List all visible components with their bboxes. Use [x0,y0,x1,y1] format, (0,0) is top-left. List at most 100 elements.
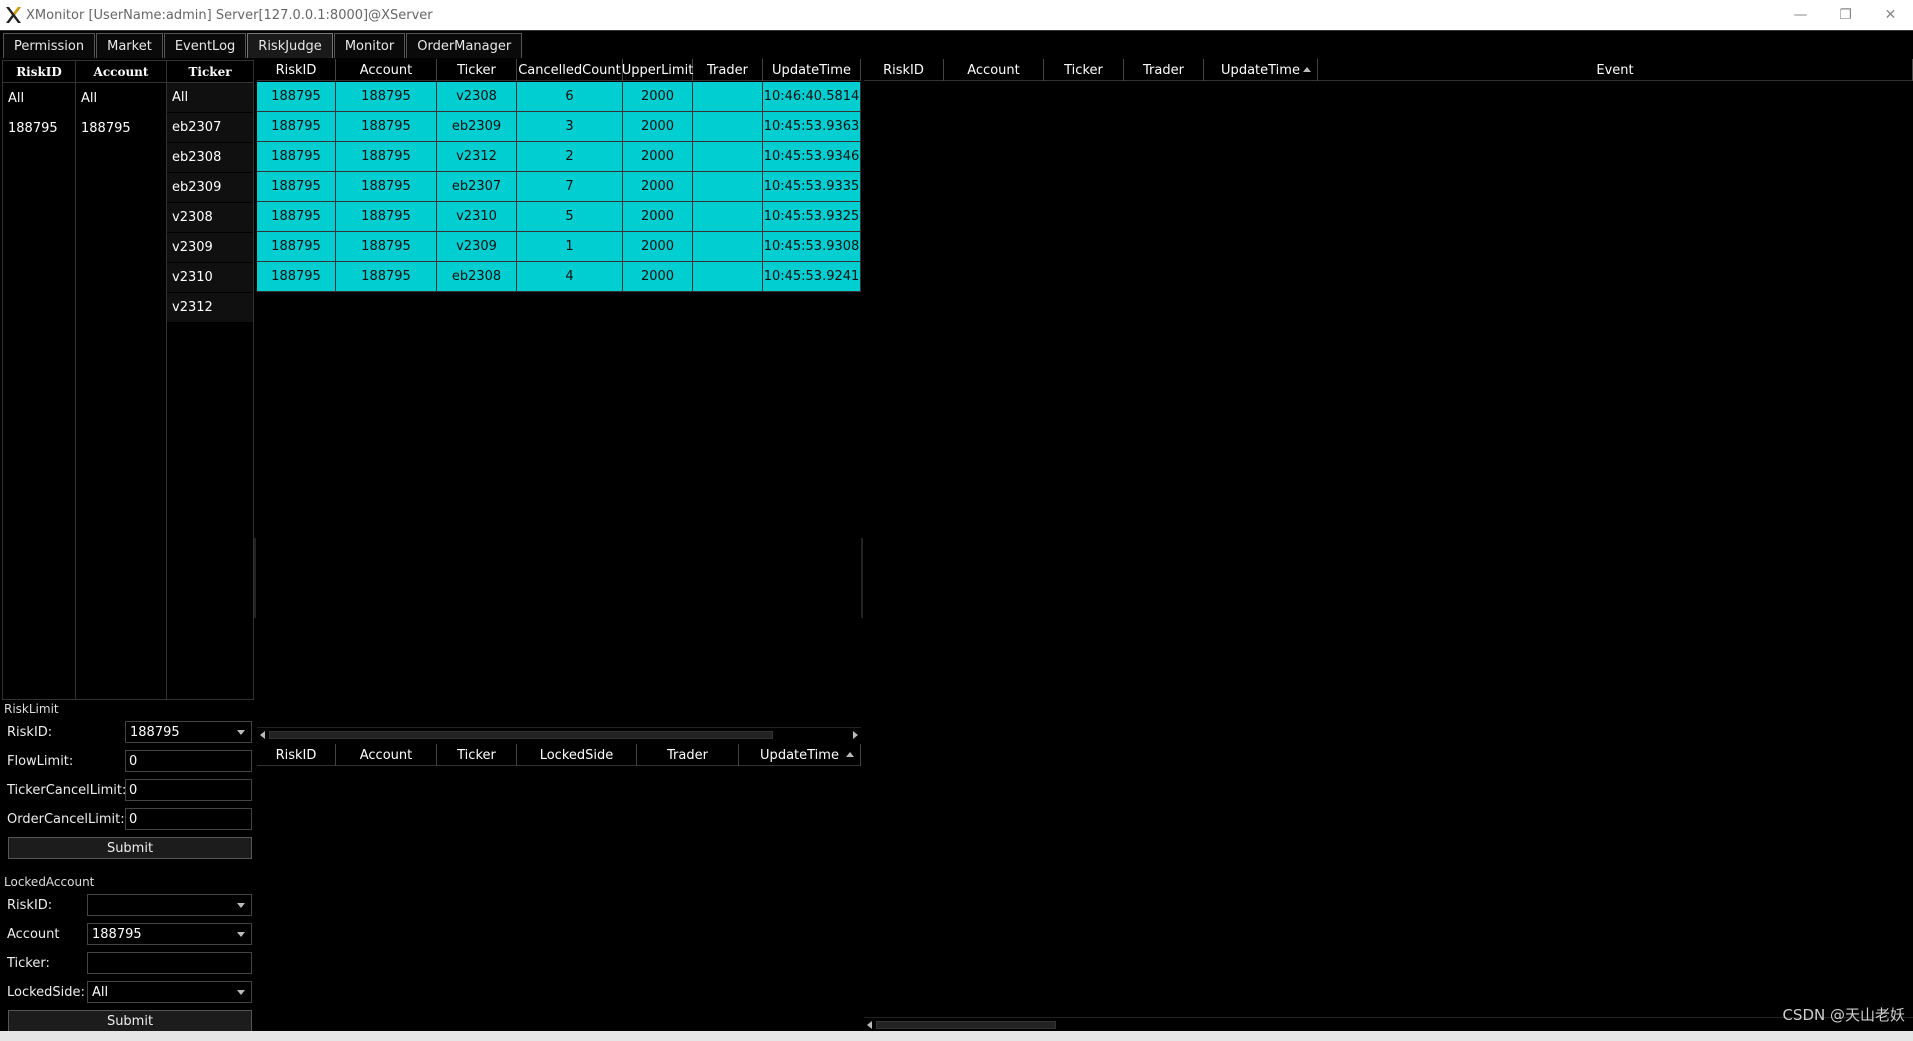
event-header-riskid[interactable]: RiskID [864,59,944,81]
cancel-header-upperlimit[interactable]: UpperLimit [622,59,693,81]
event-table-hscrollbar[interactable] [864,1017,1913,1031]
table-row[interactable]: 188795 188795 v2309 1 2000 10:45:53.9308 [257,232,861,262]
table-cell-updatetime: 10:45:53.9308 [763,232,861,261]
tab-riskjudge[interactable]: RiskJudge [247,33,333,58]
table-cell-account: 188795 [336,262,437,291]
table-cell-updatetime: 10:45:53.9241 [763,262,861,291]
table-cell-riskid: 188795 [257,262,336,291]
cancel-header-riskid[interactable]: RiskID [257,59,336,81]
risklimit-riskid-select[interactable]: 188795 [125,721,252,743]
table-row[interactable]: 188795 188795 v2308 6 2000 10:46:40.5814 [257,82,861,112]
locked-header-lockedside[interactable]: LockedSide [517,744,637,766]
filter-item-ticker[interactable]: v2309 [167,233,253,263]
filter-item-ticker[interactable]: All [167,83,253,113]
locked-submit-button[interactable]: Submit [8,1010,252,1032]
tab-permission[interactable]: Permission [3,33,96,58]
locked-header-riskid[interactable]: RiskID [257,744,336,766]
table-cell-riskid: 188795 [257,112,336,141]
filter-item-ticker[interactable]: eb2308 [167,143,253,173]
filter-item-account[interactable]: All [76,83,166,113]
table-cell-updatetime: 10:45:53.9346 [763,142,861,171]
flow-limit-label: FlowLimit: [7,753,74,769]
table-cell-account: 188795 [336,202,437,231]
csdn-watermark: CSDN @天山老妖 [1782,1006,1905,1024]
table-cell-updatetime: 10:45:53.9335 [763,172,861,201]
scrollbar-thumb[interactable] [269,731,773,739]
event-header-ticker[interactable]: Ticker [1044,59,1124,81]
cancel-table-header: RiskID Account Ticker CancelledCount UpperLi… [257,59,861,81]
cancel-header-ticker[interactable]: Ticker [437,59,517,81]
filter-item-ticker[interactable]: eb2307 [167,113,253,143]
filter-header-ticker[interactable]: Ticker [167,61,253,83]
center-panel: RiskID Account Ticker CancelledCount UpperLi… [257,58,861,1031]
event-table-header: RiskID Account Ticker Trader UpdateTime Event [864,59,1913,81]
table-cell-account: 188795 [336,172,437,201]
tab-ordermanager[interactable]: OrderManager [406,33,523,58]
tab-eventlog[interactable]: EventLog [163,33,247,58]
scroll-right-icon[interactable] [853,731,858,739]
main-area: RiskID All 188795 Account All 188795 Ticke… [0,58,1913,1032]
filter-column-account: Account All 188795 [76,61,167,699]
filter-item-account[interactable]: 188795 [76,113,166,143]
locked-side-select[interactable]: All [87,981,252,1003]
table-cell-account: 188795 [336,142,437,171]
filter-item-riskid[interactable]: All [3,83,75,113]
filter-item-ticker[interactable]: v2312 [167,293,253,323]
filter-header-account[interactable]: Account [76,61,166,83]
close-button[interactable]: ✕ [1868,0,1913,30]
table-cell-account: 188795 [336,112,437,141]
table-row[interactable]: 188795 188795 eb2308 4 2000 10:45:53.9241 [257,262,861,292]
table-cell-ticker: v2312 [437,142,517,171]
splitter-handle[interactable] [861,538,863,618]
locked-header-updatetime[interactable]: UpdateTime [739,744,861,766]
splitter-handle[interactable] [254,538,256,618]
locked-header-ticker[interactable]: Ticker [437,744,517,766]
table-row[interactable]: 188795 188795 v2310 5 2000 10:45:53.9325 [257,202,861,232]
table-row[interactable]: 188795 188795 eb2307 7 2000 10:45:53.9335 [257,172,861,202]
event-header-event[interactable]: Event [1318,59,1913,81]
cancel-header-account[interactable]: Account [336,59,437,81]
flow-limit-input[interactable]: 0 [125,750,252,772]
table-cell-updatetime: 10:45:53.9325 [763,202,861,231]
cancel-header-updatetime[interactable]: UpdateTime [763,59,861,81]
event-header-updatetime[interactable]: UpdateTime [1204,59,1318,81]
table-row[interactable]: 188795 188795 eb2309 3 2000 10:45:53.9363 [257,112,861,142]
table-cell-updatetime: 10:45:53.9363 [763,112,861,141]
order-cancel-limit-input[interactable]: 0 [125,808,252,830]
tab-monitor[interactable]: Monitor [333,33,406,58]
cancel-table-hscrollbar[interactable] [257,727,861,741]
table-cell-ticker: v2310 [437,202,517,231]
ticker-cancel-limit-input[interactable]: 0 [125,779,252,801]
cancel-header-trader[interactable]: Trader [693,59,763,81]
table-cell-upperlimit: 2000 [623,202,693,231]
locked-account-value: 188795 [92,926,142,942]
locked-side-value: All [92,984,109,1000]
scroll-left-icon[interactable] [260,731,265,739]
locked-ticker-input[interactable] [87,952,252,974]
filter-item-ticker[interactable]: v2308 [167,203,253,233]
event-header-account[interactable]: Account [944,59,1044,81]
filter-item-ticker[interactable]: v2310 [167,263,253,293]
filter-item-ticker[interactable]: eb2309 [167,173,253,203]
cancel-header-cancelledcount[interactable]: CancelledCount [517,59,623,81]
locked-header-trader[interactable]: Trader [637,744,739,766]
event-header-trader[interactable]: Trader [1124,59,1204,81]
minimize-button[interactable]: — [1778,0,1823,30]
tab-market[interactable]: Market [96,33,163,58]
table-cell-cancelledcount: 7 [517,172,623,201]
locked-riskid-select[interactable] [87,894,252,916]
filter-header-riskid[interactable]: RiskID [3,61,75,83]
scrollbar-thumb[interactable] [876,1021,1056,1029]
scroll-left-icon[interactable] [867,1021,872,1029]
table-cell-ticker: eb2307 [437,172,517,201]
table-row[interactable]: 188795 188795 v2312 2 2000 10:45:53.9346 [257,142,861,172]
restore-button[interactable]: ❐ [1823,0,1868,30]
locked-account-select[interactable]: 188795 [87,923,252,945]
filter-item-riskid[interactable]: 188795 [3,113,75,143]
locked-header-account[interactable]: Account [336,744,437,766]
table-cell-riskid: 188795 [257,82,336,111]
order-cancel-limit-label: OrderCancelLimit: [7,811,125,827]
left-panel: RiskID All 188795 Account All 188795 Ticke… [2,58,254,1032]
chevron-down-icon [237,730,245,735]
risklimit-submit-button[interactable]: Submit [8,837,252,859]
